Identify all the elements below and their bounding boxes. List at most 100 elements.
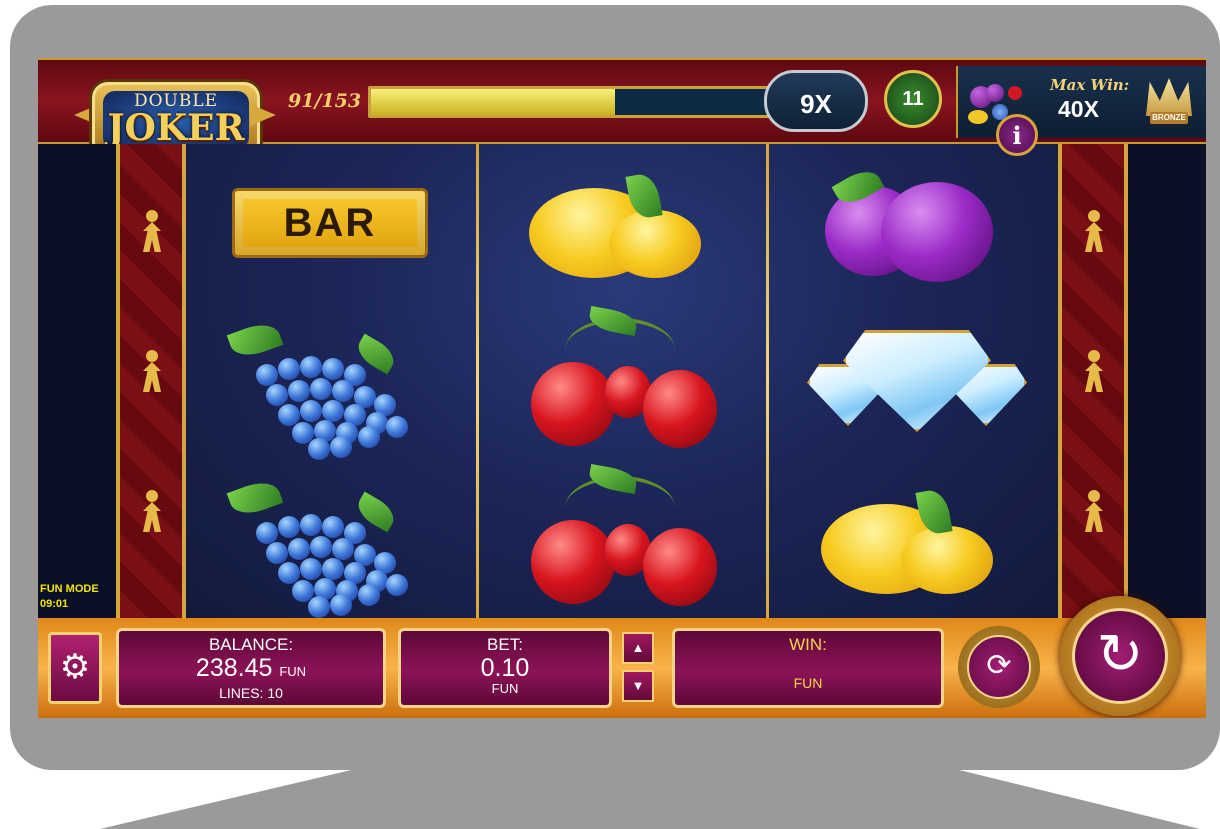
cherry-icon (643, 370, 717, 448)
grape-berry-icon (256, 364, 278, 386)
right-pillar (1058, 144, 1128, 618)
arrow-up-icon: ▲ (631, 640, 645, 655)
spin-icon: ↻ (1072, 608, 1168, 704)
settings-button[interactable]: ⚙ (48, 632, 102, 704)
autoplay-icon: ⟳ (967, 635, 1031, 699)
progress-bar (368, 86, 784, 118)
max-win-panel: Max Win: 40X BRONZE (956, 66, 1206, 138)
win-unit: FUN (793, 675, 823, 691)
bronze-jester-hat-icon: BRONZE (1140, 76, 1198, 130)
balance-unit: FUN (279, 664, 307, 679)
arrow-down-icon: ▼ (631, 678, 645, 693)
lemon-icon (609, 210, 701, 278)
grape-berry-icon (278, 516, 300, 538)
win-value (675, 655, 941, 675)
reel-3-row-2-diamonds-symbol (769, 302, 1059, 460)
grape-berry-icon (300, 400, 322, 422)
reel-1-row-2-grapes-symbol (186, 302, 476, 460)
progress-counter: 91/153 (288, 90, 362, 112)
reel-2-row-1-lemon-symbol (479, 144, 769, 302)
spin-button[interactable]: ↻ (1060, 596, 1180, 716)
grape-berry-icon (330, 436, 352, 458)
grape-berry-icon (300, 356, 322, 378)
left-pillar (116, 144, 186, 618)
balance-value: 238.45 (195, 654, 273, 682)
plum-icon (881, 182, 993, 282)
logo-wing-right (250, 104, 276, 126)
left-side-panel (38, 144, 116, 618)
grape-berry-icon (358, 584, 380, 606)
reel-2-row-3-cherries-symbol (479, 460, 769, 618)
jester-figure-icon (140, 210, 164, 254)
info-button[interactable]: i (996, 114, 1038, 156)
fun-mode-status: FUN MODE 09:01 (40, 582, 99, 612)
right-side-panel (1128, 144, 1206, 618)
grape-berry-icon (256, 522, 278, 544)
jester-figure-icon (1082, 210, 1106, 254)
grape-berry-icon (288, 538, 310, 560)
win-label: WIN: (789, 635, 827, 654)
cherry-icon (531, 362, 615, 446)
reel-1-row-3-grapes-symbol (186, 460, 476, 618)
bet-value: 0.10 (480, 654, 530, 682)
fun-mode-label: FUN MODE (40, 583, 99, 595)
balance-value-row: 238.45 FUN (119, 655, 383, 685)
jester-figure-icon (1082, 350, 1106, 394)
bet-decrease-button[interactable]: ▼ (622, 670, 654, 702)
balance-panel: BALANCE: 238.45 FUN LINES: 10 (116, 628, 386, 708)
reel-3-row-3-lemon-symbol (769, 460, 1059, 618)
bottom-control-bar: ⚙ BALANCE: 238.45 FUN LINES: 10 BET: 0.1… (38, 596, 1206, 718)
cherry-icon (643, 528, 717, 606)
mini-plum-icon (986, 84, 1004, 102)
progress-bar-fill (371, 89, 615, 115)
bronze-tag: BRONZE (1150, 112, 1188, 124)
grape-berry-icon (386, 574, 408, 596)
diamond-icon (843, 330, 991, 432)
reel-3-row-1-plum-symbol (769, 144, 1059, 302)
cherry-icon (531, 520, 615, 604)
grape-berry-icon (332, 538, 354, 560)
autoplay-button[interactable]: ⟳ (958, 626, 1040, 708)
multiplier-display: 9X (764, 70, 868, 132)
grape-berry-icon (308, 596, 330, 618)
lemon-icon (901, 526, 993, 594)
grape-berry-icon (322, 558, 344, 580)
max-win-value: 40X (1058, 96, 1099, 122)
free-spins-counter: 11 (884, 70, 942, 128)
win-panel: WIN: FUN (672, 628, 944, 708)
reel-2-row-2-cherries-symbol (479, 302, 769, 460)
jester-figure-icon (140, 350, 164, 394)
clock-time: 09:01 (40, 598, 69, 610)
logo-inner: DOUBLE JOKER (103, 91, 249, 149)
grape-berry-icon (300, 558, 322, 580)
max-win-label: Max Win: (1050, 76, 1130, 94)
game-screen: DOUBLE JOKER 91/153 9X 11 Max Win: 40X B… (38, 58, 1206, 718)
balance-label: BALANCE: (208, 635, 294, 654)
grape-berry-icon (358, 426, 380, 448)
bet-unit: FUN (491, 681, 519, 696)
grape-berry-icon (322, 358, 344, 380)
grape-berry-icon (310, 536, 332, 558)
grape-berry-icon (266, 384, 288, 406)
grape-berry-icon (330, 594, 352, 616)
grape-berry-icon (288, 380, 310, 402)
bar-symbol-icon: BAR (232, 188, 428, 258)
grape-berry-icon (308, 438, 330, 460)
bet-increase-button[interactable]: ▲ (622, 632, 654, 664)
reel-area[interactable]: BAR (186, 144, 1058, 618)
bet-panel: BET: 0.10 FUN (398, 628, 612, 708)
bet-label: BET: (487, 635, 523, 654)
grape-berry-icon (278, 358, 300, 380)
lines-count: LINES: 10 (219, 685, 283, 701)
jester-hat-shape (1146, 78, 1192, 116)
monitor-stand (100, 767, 1200, 829)
jester-figure-icon (140, 490, 164, 534)
grape-berry-icon (386, 416, 408, 438)
mini-lemon-icon (968, 110, 988, 124)
grape-berry-icon (310, 378, 332, 400)
bet-stepper: ▲ ▼ (622, 632, 654, 704)
grape-berry-icon (322, 400, 344, 422)
grape-berry-icon (266, 542, 288, 564)
bar-symbol-text: BAR (243, 199, 417, 247)
grape-berry-icon (300, 514, 322, 536)
